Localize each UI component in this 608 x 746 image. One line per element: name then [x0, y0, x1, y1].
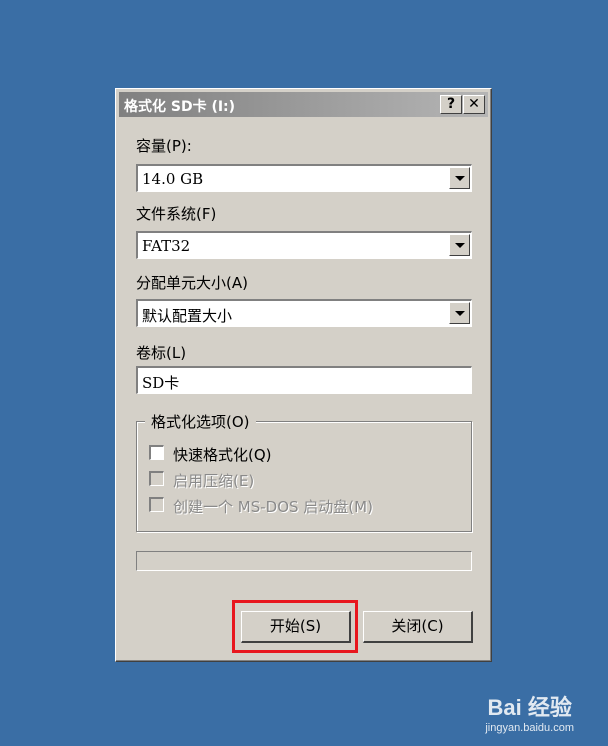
- watermark-url: jingyan.baidu.com: [485, 722, 574, 734]
- format-options-group: 格式化选项(O) 快速格式化(Q) 启用压缩(E) 创建一个 MS-DOS 启动…: [136, 411, 472, 532]
- format-progress-bar: [136, 551, 472, 571]
- file-system-value: FAT32: [142, 237, 191, 255]
- capacity-dropdown-arrow-icon[interactable]: [449, 167, 470, 189]
- capacity-dropdown[interactable]: 14.0 GB: [136, 164, 472, 192]
- baidu-jingyan-watermark: Bai 经验 jingyan.baidu.com: [485, 690, 574, 734]
- allocation-unit-dropdown[interactable]: 默认配置大小: [136, 299, 472, 327]
- dialog-title: 格式化 SD卡 (I:): [124, 99, 236, 115]
- file-system-dropdown[interactable]: FAT32: [136, 231, 472, 259]
- enable-compression-label: 启用压缩(E): [173, 472, 255, 490]
- close-button[interactable]: 关闭(C): [363, 611, 473, 643]
- capacity-label: 容量(P):: [136, 137, 192, 155]
- file-system-dropdown-arrow-icon[interactable]: [449, 234, 470, 256]
- allocation-unit-label: 分配单元大小(A): [136, 274, 248, 292]
- msdos-startup-disk-checkbox: [149, 497, 164, 512]
- volume-label-value: SD卡: [142, 374, 180, 392]
- quick-format-checkbox[interactable]: [149, 445, 164, 460]
- allocation-unit-value: 默认配置大小: [142, 307, 233, 325]
- format-options-legend: 格式化选项(O): [145, 411, 256, 432]
- watermark-brand: Bai 经验: [487, 695, 572, 720]
- capacity-value: 14.0 GB: [142, 170, 204, 188]
- close-title-button[interactable]: ✕: [463, 95, 485, 114]
- title-bar[interactable]: 格式化 SD卡 (I:) ? ✕: [119, 92, 488, 117]
- format-dialog: 格式化 SD卡 (I:) ? ✕ 容量(P): 14.0 GB 文件系统(F) …: [115, 88, 492, 662]
- start-button-highlight: [232, 600, 358, 653]
- allocation-unit-dropdown-arrow-icon[interactable]: [449, 302, 470, 324]
- enable-compression-checkbox: [149, 471, 164, 486]
- msdos-startup-disk-label: 创建一个 MS-DOS 启动盘(M): [173, 498, 373, 516]
- volume-label-input[interactable]: SD卡: [136, 366, 472, 394]
- quick-format-label: 快速格式化(Q): [173, 446, 272, 464]
- volume-label-label: 卷标(L): [136, 344, 187, 362]
- file-system-label: 文件系统(F): [136, 205, 217, 223]
- help-button[interactable]: ?: [440, 95, 462, 114]
